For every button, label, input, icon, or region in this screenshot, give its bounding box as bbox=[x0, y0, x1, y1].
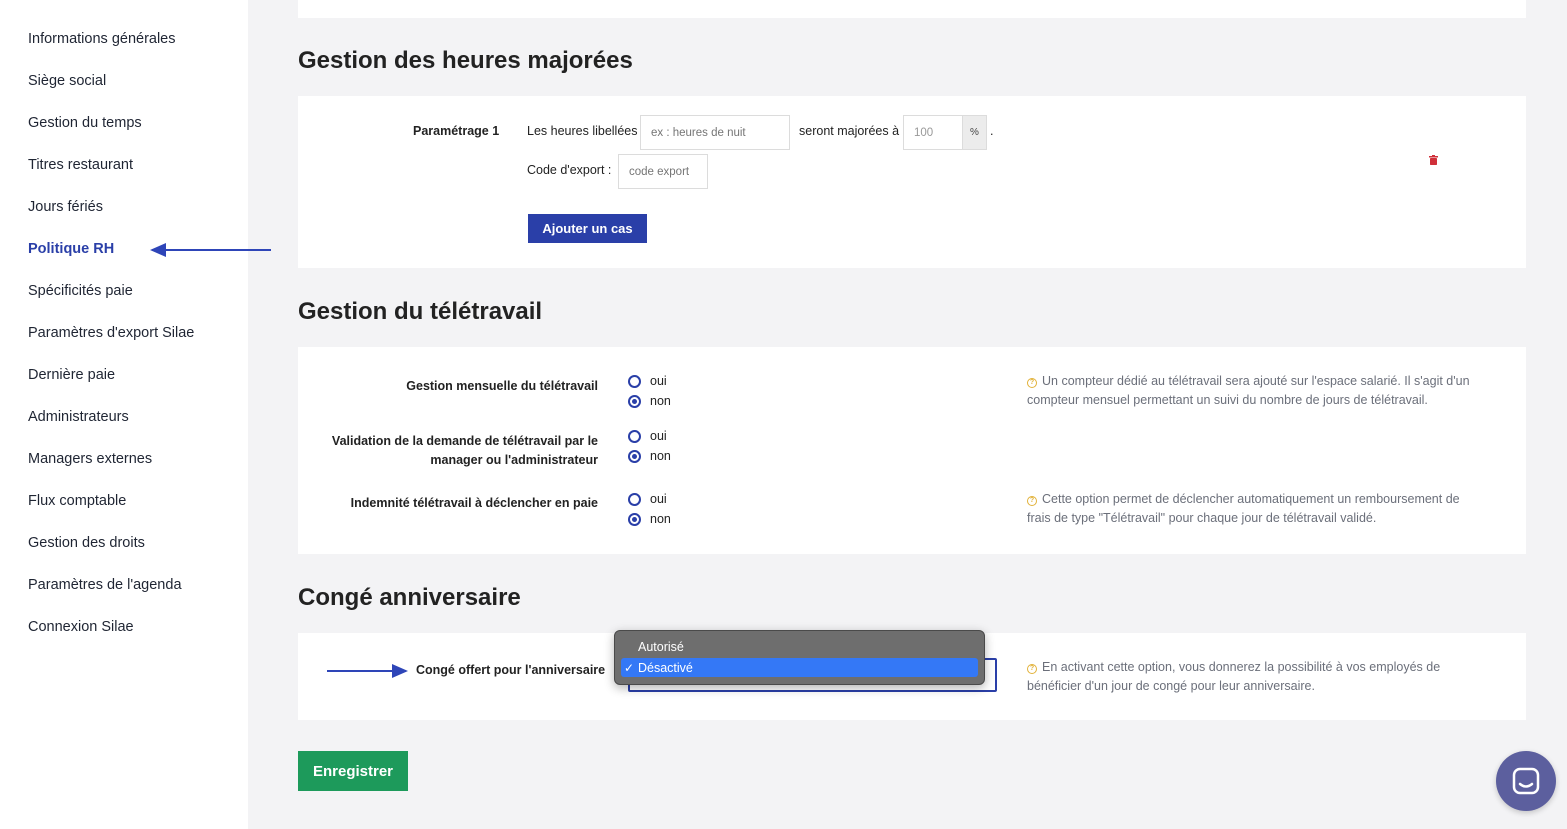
telework-allowance-non[interactable]: non bbox=[628, 512, 671, 526]
birthday-section-title: Congé anniversaire bbox=[298, 584, 521, 611]
help-icon: ? bbox=[1027, 496, 1037, 506]
telework-allowance-label-line: Indemnité télétravail à déclencher en pa… bbox=[350, 496, 598, 510]
radio-button-checked[interactable] bbox=[628, 394, 641, 408]
setting-label: Paramétrage 1 bbox=[413, 124, 500, 138]
export-code-label: Code d'export : bbox=[527, 163, 612, 177]
birthday-leave-label: Congé offert pour l'anniversaire bbox=[416, 663, 606, 677]
save-button[interactable]: Enregistrer bbox=[298, 751, 408, 791]
sidebar-item-flux-comptable[interactable]: Flux comptable bbox=[28, 493, 126, 509]
export-code-input[interactable] bbox=[618, 154, 708, 189]
sidebar-item-parametres-agenda[interactable]: Paramètres de l'agenda bbox=[28, 577, 182, 593]
add-case-button[interactable]: Ajouter un cas bbox=[528, 214, 647, 243]
help-icon: ? bbox=[1027, 664, 1037, 674]
sidebar: Informations générales Siège social Gest… bbox=[0, 0, 248, 829]
radio-label: non bbox=[650, 394, 671, 408]
telework-allowance-help: ? Cette option permet de déclencher autom… bbox=[1027, 490, 1507, 528]
radio-button-checked[interactable] bbox=[628, 512, 641, 526]
sidebar-item-parametres-export-silae[interactable]: Paramètres d'export Silae bbox=[28, 325, 194, 341]
radio-label: oui bbox=[650, 492, 667, 506]
radio-label: oui bbox=[650, 374, 667, 388]
sidebar-item-administrateurs[interactable]: Administrateurs bbox=[28, 409, 129, 425]
hours-label: Les heures libellées bbox=[527, 124, 638, 138]
radio-button[interactable] bbox=[628, 492, 641, 506]
overtime-section-title: Gestion des heures majorées bbox=[298, 47, 633, 74]
trash-icon[interactable] bbox=[1429, 155, 1438, 165]
monthly-telework-non[interactable]: non bbox=[628, 394, 671, 408]
radio-label: non bbox=[650, 449, 671, 463]
sidebar-item-titres-restaurant[interactable]: Titres restaurant bbox=[28, 157, 133, 173]
birthday-leave-dropdown[interactable]: Autorisé ✓ Désactivé bbox=[614, 630, 985, 685]
monthly-telework-help: ? Un compteur dédié au télétravail sera a… bbox=[1027, 372, 1507, 410]
help-text-line: Un compteur dédié au télétravail sera aj… bbox=[1042, 374, 1470, 388]
telework-validation-non[interactable]: non bbox=[628, 449, 671, 463]
chat-button[interactable] bbox=[1496, 751, 1556, 811]
arrow-icon bbox=[327, 664, 408, 678]
telework-allowance-label: Indemnité télétravail à déclencher en pa… bbox=[300, 494, 598, 513]
telework-allowance-oui[interactable]: oui bbox=[628, 492, 667, 506]
sidebar-item-politique-rh[interactable]: Politique RH bbox=[28, 241, 114, 257]
sidebar-item-gestion-du-temps[interactable]: Gestion du temps bbox=[28, 115, 142, 131]
radio-button-checked[interactable] bbox=[628, 449, 641, 463]
sidebar-item-specificites-paie[interactable]: Spécificités paie bbox=[28, 283, 133, 299]
telework-validation-label: Validation de la demande de télétravail … bbox=[300, 432, 598, 470]
monthly-telework-label: Gestion mensuelle du télétravail bbox=[300, 377, 598, 396]
sidebar-item-derniere-paie[interactable]: Dernière paie bbox=[28, 367, 115, 383]
help-text-line: compteur mensuel permettant un suivi du … bbox=[1027, 393, 1428, 407]
sidebar-item-connexion-silae[interactable]: Connexion Silae bbox=[28, 619, 134, 635]
telework-validation-label-line: manager ou l'administrateur bbox=[430, 453, 598, 467]
radio-label: oui bbox=[650, 429, 667, 443]
help-text-line: En activant cette option, vous donnerez … bbox=[1042, 660, 1441, 674]
sidebar-item-managers-externes[interactable]: Managers externes bbox=[28, 451, 152, 467]
radio-button[interactable] bbox=[628, 374, 641, 388]
sentence-dot: . bbox=[990, 124, 994, 138]
help-icon: ? bbox=[1027, 378, 1037, 388]
help-text-line: frais de type "Télétravail" pour chaque … bbox=[1027, 511, 1377, 525]
sidebar-item-informations-generales[interactable]: Informations générales bbox=[28, 31, 176, 47]
radio-label: non bbox=[650, 512, 671, 526]
arrow-icon bbox=[150, 243, 271, 257]
dropdown-option-label: Autorisé bbox=[638, 639, 684, 654]
dropdown-option-label: Désactivé bbox=[638, 660, 693, 675]
percent-input[interactable] bbox=[903, 115, 963, 150]
telework-validation-oui[interactable]: oui bbox=[628, 429, 667, 443]
hours-name-input[interactable] bbox=[640, 115, 790, 150]
radio-button[interactable] bbox=[628, 429, 641, 443]
birthday-leave-help: ? En activant cette option, vous donnerez… bbox=[1027, 658, 1507, 696]
help-text-line: bénéficier d'un jour de congé pour leur … bbox=[1027, 679, 1315, 693]
telework-section-title: Gestion du télétravail bbox=[298, 298, 543, 325]
previous-section-card bbox=[298, 0, 1526, 18]
increase-label: seront majorées à bbox=[799, 124, 900, 138]
sidebar-item-gestion-des-droits[interactable]: Gestion des droits bbox=[28, 535, 145, 551]
help-text-line: Cette option permet de déclencher automa… bbox=[1042, 492, 1460, 506]
monthly-telework-label-line: Gestion mensuelle du télétravail bbox=[406, 379, 598, 393]
dropdown-option-autorise[interactable]: Autorisé bbox=[621, 637, 978, 656]
telework-validation-label-line: Validation de la demande de télétravail … bbox=[331, 434, 598, 448]
chat-icon bbox=[1512, 767, 1540, 795]
monthly-telework-oui[interactable]: oui bbox=[628, 374, 667, 388]
dropdown-option-desactive[interactable]: ✓ Désactivé bbox=[621, 658, 978, 677]
sidebar-item-siege-social[interactable]: Siège social bbox=[28, 73, 106, 89]
sidebar-item-jours-feries[interactable]: Jours fériés bbox=[28, 199, 103, 215]
percent-addon: % bbox=[962, 115, 987, 150]
check-icon: ✓ bbox=[624, 660, 635, 675]
